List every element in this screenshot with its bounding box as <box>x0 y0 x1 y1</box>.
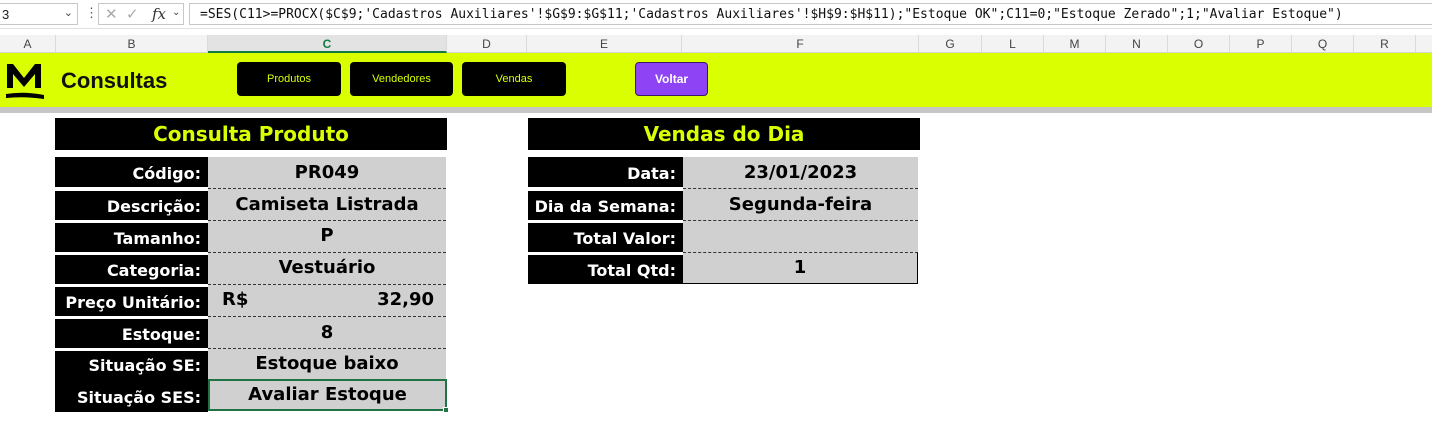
column-header-f[interactable]: F <box>682 35 919 53</box>
currency-symbol: R$ <box>222 289 249 310</box>
name-box-value: 3 <box>2 7 10 22</box>
column-header-g[interactable]: G <box>919 35 982 53</box>
vendedores-button[interactable]: Vendedores <box>350 62 453 96</box>
column-header-n[interactable]: N <box>1106 35 1168 53</box>
codigo-value[interactable]: PR049 <box>208 157 446 189</box>
expand-chevron-icon[interactable]: ⌄ <box>172 7 180 18</box>
data-label: Data: <box>528 157 683 187</box>
codigo-label: Código: <box>55 157 208 187</box>
column-header-b[interactable]: B <box>56 35 208 53</box>
insert-function-icon[interactable]: fx <box>152 5 166 23</box>
chevron-down-icon[interactable]: ⌄ <box>64 6 73 19</box>
vendas-button[interactable]: Vendas <box>462 62 566 96</box>
column-header-p[interactable]: P <box>1230 35 1292 53</box>
formula-bar: 3 ⌄ ⋮ ✕ ✓ fx ⌄ =SES(C11>=PROCX($C$9;'Cad… <box>0 0 1432 29</box>
total-qtd-label: Total Qtd: <box>528 255 683 284</box>
total-qtd-value[interactable]: 1 <box>683 253 918 284</box>
produtos-button[interactable]: Produtos <box>237 62 341 96</box>
fill-handle[interactable] <box>443 407 449 413</box>
column-header-m[interactable]: M <box>1044 35 1106 53</box>
tamanho-label: Tamanho: <box>55 223 208 252</box>
total-valor-value[interactable] <box>683 221 918 253</box>
dia-semana-label: Dia da Semana: <box>528 191 683 220</box>
estoque-value[interactable]: 8 <box>208 317 446 349</box>
column-header-l[interactable]: L <box>982 35 1044 53</box>
total-valor-label: Total Valor: <box>528 223 683 252</box>
situacao-se-label: Situação SE: <box>55 351 208 380</box>
column-header-r[interactable]: R <box>1354 35 1416 53</box>
banner-divider <box>0 107 1432 113</box>
descricao-label: Descrição: <box>55 191 208 220</box>
cancel-icon[interactable]: ✕ <box>105 5 118 23</box>
formula-buttons: ✕ ✓ fx ⌄ <box>98 3 184 25</box>
more-options-icon[interactable]: ⋮ <box>85 5 98 21</box>
preco-unitario-label: Preço Unitário: <box>55 287 208 316</box>
column-header-q[interactable]: Q <box>1292 35 1354 53</box>
formula-input[interactable]: =SES(C11>=PROCX($C$9;'Cadastros Auxiliar… <box>189 3 1432 25</box>
consulta-produto-title: Consulta Produto <box>55 118 447 150</box>
column-header-d[interactable]: D <box>447 35 527 53</box>
voltar-button[interactable]: Voltar <box>635 62 708 96</box>
categoria-value[interactable]: Vestuário <box>208 253 446 285</box>
name-box[interactable]: 3 ⌄ <box>0 3 78 25</box>
estoque-label: Estoque: <box>55 319 208 348</box>
situacao-ses-value[interactable]: Avaliar Estoque <box>208 379 447 411</box>
vendas-dia-title: Vendas do Dia <box>528 118 920 150</box>
categoria-label: Categoria: <box>55 255 208 284</box>
check-icon[interactable]: ✓ <box>126 5 139 23</box>
tamanho-value[interactable]: P <box>208 221 446 253</box>
column-header-a[interactable]: A <box>0 35 56 53</box>
logo-icon <box>6 64 44 99</box>
preco-unitario-value[interactable]: R$ 32,90 <box>208 285 446 317</box>
dia-semana-value[interactable]: Segunda-feira <box>683 189 918 221</box>
page-title: Consultas <box>61 68 168 93</box>
header-banner: Consultas Produtos Vendedores Vendas Vol… <box>0 53 1432 107</box>
situacao-se-value[interactable]: Estoque baixo <box>208 349 446 380</box>
column-header-c[interactable]: C <box>208 35 447 53</box>
price-amount: 32,90 <box>377 289 434 310</box>
column-headers: A B C D E F G L M N O P Q R <box>0 35 1432 53</box>
situacao-ses-label: Situação SES: <box>55 380 208 412</box>
column-header-e[interactable]: E <box>527 35 682 53</box>
data-value[interactable]: 23/01/2023 <box>683 157 918 189</box>
column-header-o[interactable]: O <box>1168 35 1230 53</box>
descricao-value[interactable]: Camiseta Listrada <box>208 189 446 221</box>
